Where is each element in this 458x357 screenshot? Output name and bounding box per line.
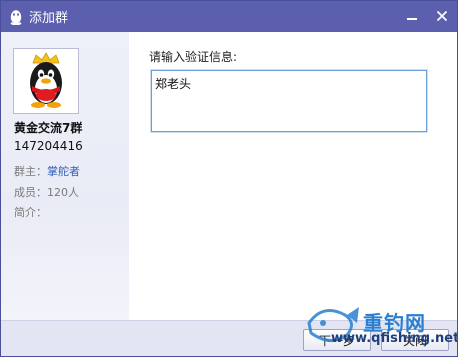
next-step-button[interactable]: 下一步 xyxy=(303,329,371,351)
group-members-row: 成员：120人 xyxy=(14,184,79,200)
close-icon xyxy=(436,10,448,22)
verification-prompt: 请输入验证信息: xyxy=(149,50,238,64)
group-info-panel: 黄金交流7群 147204416 群主：掌舵者 成员：120人 简介： xyxy=(1,32,129,320)
add-group-window: 添加群 黄金交流7群 147204416 群主：掌舵者 成员：120人 简介： … xyxy=(0,0,458,357)
minimize-button[interactable] xyxy=(402,7,422,25)
qq-penguin-icon xyxy=(8,9,24,25)
window-title: 添加群 xyxy=(29,11,69,26)
intro-label: 简介： xyxy=(14,206,47,219)
minimize-icon xyxy=(407,18,417,20)
members-count: 120人 xyxy=(47,186,79,199)
qq-penguin-avatar-icon xyxy=(14,49,78,113)
group-avatar xyxy=(13,48,79,114)
owner-label: 群主： xyxy=(14,165,47,178)
owner-name-link[interactable]: 掌舵者 xyxy=(47,165,80,178)
group-owner-row: 群主：掌舵者 xyxy=(14,163,80,179)
group-name: 黄金交流7群 xyxy=(14,121,83,135)
title-bar[interactable]: 添加群 xyxy=(1,1,457,32)
close-window-button[interactable] xyxy=(432,7,452,25)
button-bar: 下一步 关闭 xyxy=(1,320,457,356)
verification-message-input[interactable]: 郑老头 xyxy=(151,70,427,132)
members-label: 成员： xyxy=(14,186,47,199)
verification-panel: 请输入验证信息: 郑老头 xyxy=(129,32,457,320)
group-number: 147204416 xyxy=(14,139,83,153)
close-button[interactable]: 关闭 xyxy=(381,329,449,351)
group-intro-row: 简介： xyxy=(14,204,47,220)
